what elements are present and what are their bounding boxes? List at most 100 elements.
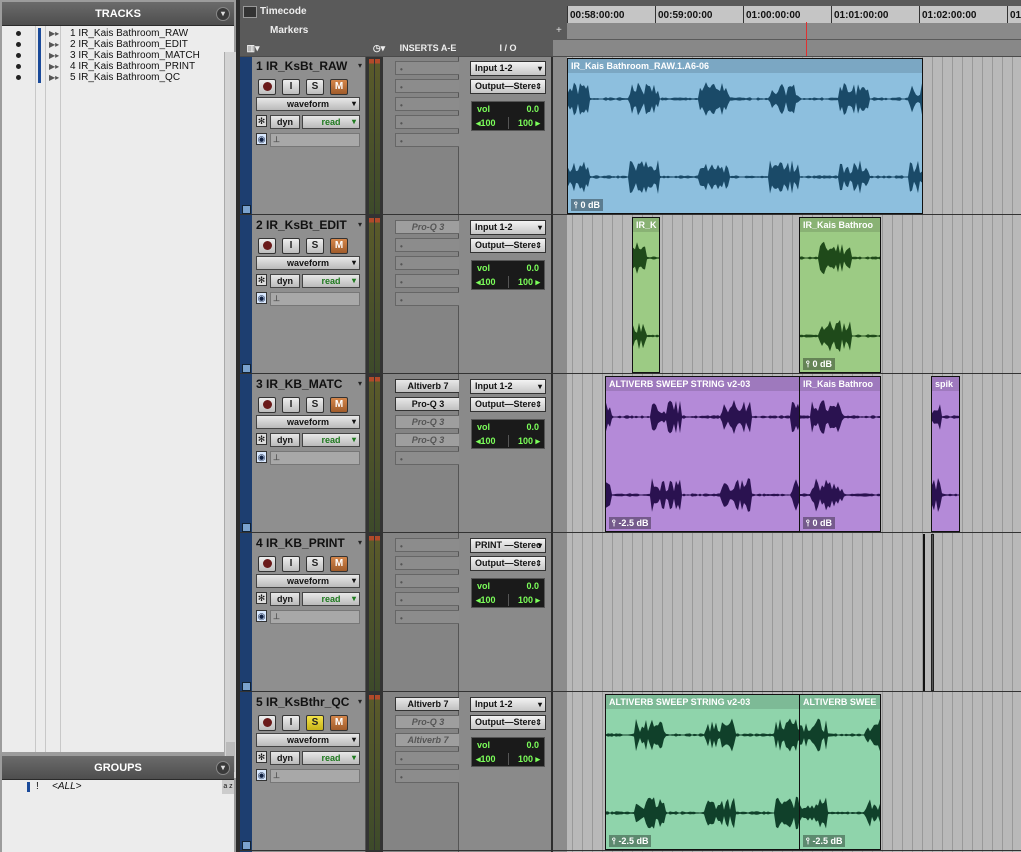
mute-button[interactable]: M: [330, 556, 348, 572]
solo-button[interactable]: S: [306, 238, 324, 254]
solo-button[interactable]: S: [306, 556, 324, 572]
groups-menu-icon[interactable]: ▾: [216, 761, 230, 775]
track-resize-icon[interactable]: [242, 364, 251, 373]
insert-slot[interactable]: •: [395, 769, 461, 783]
track-view-selector[interactable]: waveform ▾: [256, 733, 360, 747]
mute-button[interactable]: M: [330, 238, 348, 254]
input-selector[interactable]: Input 1-2 ▾: [470, 220, 546, 235]
show-track-dot-icon[interactable]: [16, 75, 21, 80]
track-resize-icon[interactable]: [242, 205, 251, 214]
playhead[interactable]: [806, 22, 807, 56]
track-view-selector[interactable]: waveform ▾: [256, 97, 360, 111]
track-view-selector[interactable]: waveform ▾: [256, 574, 360, 588]
input-monitor-button[interactable]: I: [282, 556, 300, 572]
track-name-menu-icon[interactable]: ▾: [358, 538, 362, 547]
volume-pan-display[interactable]: vol 0.0 ◂100 100 ▸: [471, 578, 545, 608]
insert-slot[interactable]: •: [395, 115, 461, 129]
volume-pan-display[interactable]: vol 0.0 ◂100 100 ▸: [471, 260, 545, 290]
pan-right-value[interactable]: 100 ▸: [518, 118, 540, 129]
solo-button[interactable]: S: [306, 79, 324, 95]
input-monitor-button[interactable]: I: [282, 397, 300, 413]
audio-clip[interactable]: spik: [931, 376, 960, 532]
output-selector[interactable]: Output—Stere ⇕: [470, 79, 546, 94]
group-item-all[interactable]: <ALL>: [52, 781, 81, 792]
track-playlist-lane[interactable]: IR_Kais Bathroom_RAW.1.A6-06 ⫯ 0 dB: [553, 57, 1021, 216]
insert-slot[interactable]: •: [395, 538, 461, 552]
timebase-icon[interactable]: ◉: [256, 610, 267, 622]
insert-slot[interactable]: Pro-Q 3: [395, 220, 461, 234]
volume-value[interactable]: 0.0: [526, 263, 539, 273]
record-enable-button[interactable]: [258, 397, 276, 413]
track-resize-icon[interactable]: [242, 841, 251, 850]
volume-pan-display[interactable]: vol 0.0 ◂100 100 ▸: [471, 737, 545, 767]
insert-slot[interactable]: Pro-Q 3: [395, 715, 461, 729]
automation-mode-selector[interactable]: read ▾: [302, 751, 360, 765]
record-enable-button[interactable]: [258, 79, 276, 95]
dyn-button[interactable]: dyn: [270, 274, 300, 288]
track-view-selector[interactable]: waveform ▾: [256, 415, 360, 429]
insert-slot[interactable]: •: [395, 79, 461, 93]
input-selector[interactable]: PRINT —Stereo ▾: [470, 538, 546, 553]
record-enable-button[interactable]: [258, 238, 276, 254]
audio-clip[interactable]: IR_K: [632, 217, 660, 373]
solo-button[interactable]: S: [306, 397, 324, 413]
freeze-icon[interactable]: ✻: [256, 433, 267, 445]
timebase-icon[interactable]: ◉: [256, 451, 267, 463]
insert-slot[interactable]: Pro-Q 3: [395, 433, 461, 447]
clip-edge-marker[interactable]: [931, 534, 934, 691]
playlist-field[interactable]: ⊥: [270, 451, 360, 465]
clip-edge-marker[interactable]: [923, 534, 925, 691]
playlist-field[interactable]: ⊥: [270, 292, 360, 306]
volume-value[interactable]: 0.0: [526, 104, 539, 114]
volume-value[interactable]: 0.0: [526, 581, 539, 591]
automation-mode-selector[interactable]: read ▾: [302, 274, 360, 288]
track-name[interactable]: 4 IR_KB_PRINT: [256, 536, 345, 550]
mute-button[interactable]: M: [330, 79, 348, 95]
timebase-icon[interactable]: ◷▾: [366, 40, 392, 56]
pan-left-value[interactable]: ◂100: [476, 595, 496, 606]
audio-clip[interactable]: IR_Kais Bathroo ⫯ 0 dB: [799, 376, 881, 532]
pan-right-value[interactable]: 100 ▸: [518, 436, 540, 447]
clip-gain[interactable]: ⫯ -2.5 dB: [609, 517, 652, 529]
track-name-menu-icon[interactable]: ▾: [358, 379, 362, 388]
freeze-icon[interactable]: ✻: [256, 274, 267, 286]
tracklist-item[interactable]: ▶▸ 4 IR_Kais Bathroom_PRINT: [2, 61, 222, 72]
input-monitor-button[interactable]: I: [282, 79, 300, 95]
pan-left-value[interactable]: ◂100: [476, 754, 496, 765]
add-marker-icon[interactable]: +: [556, 25, 562, 36]
insert-slot[interactable]: •: [395, 61, 461, 75]
track-name[interactable]: 3 IR_KB_MATC: [256, 377, 342, 391]
track-selection-strip[interactable]: [240, 534, 252, 693]
insert-slot[interactable]: •: [395, 610, 461, 624]
pan-left-value[interactable]: ◂100: [476, 436, 496, 447]
track-selection-strip[interactable]: [240, 375, 252, 534]
insert-slot[interactable]: •: [395, 574, 461, 588]
input-monitor-button[interactable]: I: [282, 715, 300, 731]
timebase-icon[interactable]: ◉: [256, 292, 267, 304]
track-playlist-lane[interactable]: IR_K IR_Kais Bathroo ⫯ 0 dB: [553, 216, 1021, 375]
ruler-menu-icon[interactable]: [243, 6, 257, 18]
insert-slot[interactable]: Pro-Q 3: [395, 397, 461, 411]
freeze-icon[interactable]: ✻: [256, 592, 267, 604]
show-track-dot-icon[interactable]: [16, 42, 21, 47]
pan-left-value[interactable]: ◂100: [476, 277, 496, 288]
insert-slot[interactable]: Altiverb 7: [395, 697, 461, 711]
dyn-button[interactable]: dyn: [270, 751, 300, 765]
clip-gain[interactable]: ⫯ -2.5 dB: [803, 835, 846, 847]
audio-clip[interactable]: IR_Kais Bathroom_RAW.1.A6-06 ⫯ 0 dB: [567, 58, 923, 214]
input-monitor-button[interactable]: I: [282, 238, 300, 254]
input-selector[interactable]: Input 1-2 ▾: [470, 697, 546, 712]
show-track-dot-icon[interactable]: [16, 31, 21, 36]
audio-clip[interactable]: ALTIVERB SWEEP STRING v2-03 ⫯ -2.5 dB: [605, 376, 801, 532]
volume-value[interactable]: 0.0: [526, 740, 539, 750]
tracks-menu-icon[interactable]: ▾: [216, 7, 230, 21]
freeze-icon[interactable]: ✻: [256, 115, 267, 127]
insert-slot[interactable]: •: [395, 97, 461, 111]
tracklist-item[interactable]: ▶▸ 1 IR_Kais Bathroom_RAW: [2, 28, 222, 39]
track-name[interactable]: 1 IR_KsBt_RAW: [256, 59, 347, 73]
clip-gain[interactable]: ⫯ 0 dB: [803, 517, 835, 529]
sort-az-icon[interactable]: a z: [222, 780, 234, 794]
pan-right-value[interactable]: 100 ▸: [518, 595, 540, 606]
dyn-button[interactable]: dyn: [270, 592, 300, 606]
track-name[interactable]: 2 IR_KsBt_EDIT: [256, 218, 347, 232]
